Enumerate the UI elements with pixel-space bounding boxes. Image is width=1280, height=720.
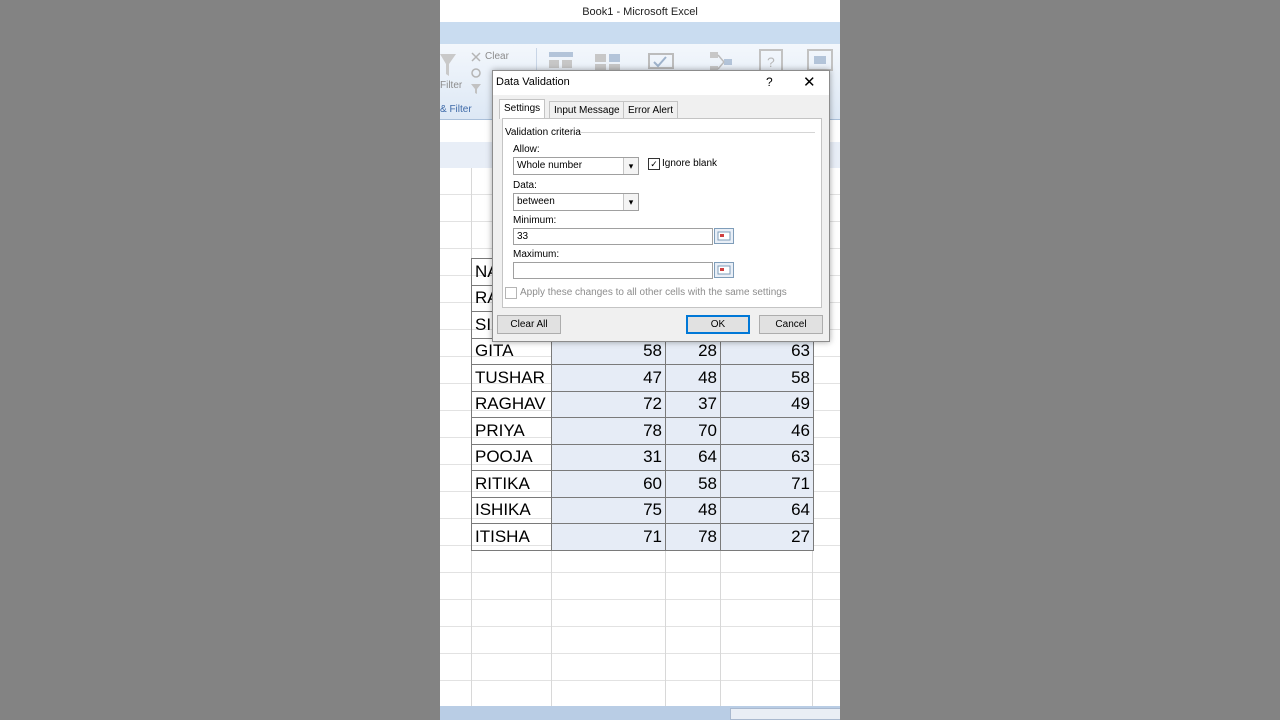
cell-value[interactable]: 64 <box>665 443 721 471</box>
cell-value[interactable]: 60 <box>551 470 666 498</box>
dialog-title: Data Validation <box>496 76 570 88</box>
apply-all-label: Apply these changes to all other cells w… <box>520 287 787 298</box>
cell-name[interactable]: ITISHA <box>471 523 552 551</box>
window-title: Book1 - Microsoft Excel <box>440 0 840 22</box>
ignore-blank-checkbox[interactable]: ✓ <box>648 158 660 170</box>
table-row[interactable]: TUSHAR 47 48 58 <box>471 364 814 392</box>
cell-value[interactable]: 49 <box>720 390 814 418</box>
range-picker-icon[interactable] <box>714 262 734 278</box>
table-row[interactable]: ISHIKA 75 48 64 <box>471 496 814 524</box>
table-row[interactable]: ITISHA 71 78 27 <box>471 523 814 551</box>
cell-value[interactable]: 64 <box>720 496 814 524</box>
maximum-label: Maximum: <box>513 249 560 260</box>
data-dropdown[interactable]: between ▾ <box>513 193 639 211</box>
cell-name[interactable]: PRIYA <box>471 417 552 445</box>
cell-value[interactable]: 63 <box>720 443 814 471</box>
data-value: between <box>517 196 555 207</box>
horizontal-scrollbar[interactable] <box>730 708 840 720</box>
reapply-icon[interactable] <box>470 66 482 78</box>
sort-filter-group-label: & Filter <box>440 104 472 115</box>
filter-label[interactable]: Filter <box>440 80 462 91</box>
cell-value[interactable]: 48 <box>665 496 721 524</box>
cell-value[interactable]: 46 <box>720 417 814 445</box>
cell-name[interactable]: ISHIKA <box>471 496 552 524</box>
clear-all-button[interactable]: Clear All <box>497 315 561 334</box>
minimum-label: Minimum: <box>513 215 557 226</box>
cell-value[interactable]: 48 <box>665 364 721 392</box>
clear-filter-icon[interactable] <box>470 50 482 62</box>
settings-panel: Validation criteria Allow: Whole number … <box>502 118 822 308</box>
cell-value[interactable]: 78 <box>551 417 666 445</box>
cell-value[interactable]: 37 <box>665 390 721 418</box>
cell-value[interactable]: 72 <box>551 390 666 418</box>
allow-value: Whole number <box>517 160 583 171</box>
cell-name[interactable]: TUSHAR <box>471 364 552 392</box>
cell-value[interactable]: 27 <box>720 523 814 551</box>
cell-name[interactable]: RITIKA <box>471 470 552 498</box>
range-picker-icon[interactable] <box>714 228 734 244</box>
tab-error-alert[interactable]: Error Alert <box>623 101 679 119</box>
maximum-field[interactable] <box>513 262 713 279</box>
table-row[interactable]: RITIKA 60 58 71 <box>471 470 814 498</box>
help-button[interactable]: ? <box>766 75 773 89</box>
ignore-blank-label: Ignore blank <box>662 158 718 169</box>
cell-value[interactable]: 31 <box>551 443 666 471</box>
cell-value[interactable]: 71 <box>551 523 666 551</box>
allow-label: Allow: <box>513 144 540 155</box>
cell-value[interactable]: 58 <box>720 364 814 392</box>
data-label: Data: <box>513 180 537 191</box>
tab-input-message[interactable]: Input Message <box>549 101 625 119</box>
close-icon[interactable]: ✕ <box>803 73 816 91</box>
cell-name[interactable]: RAGHAV <box>471 390 552 418</box>
ok-button[interactable]: OK <box>686 315 750 334</box>
cancel-button[interactable]: Cancel <box>759 315 823 334</box>
validation-criteria-label: Validation criteria <box>505 127 581 138</box>
cell-value[interactable]: 71 <box>720 470 814 498</box>
data-validation-dialog: Data Validation ? ✕ Settings Input Messa… <box>492 70 830 342</box>
cell-value[interactable]: 78 <box>665 523 721 551</box>
cell-value[interactable]: 70 <box>665 417 721 445</box>
allow-dropdown[interactable]: Whole number ▾ <box>513 157 639 175</box>
table-row[interactable]: PRIYA 78 70 46 <box>471 417 814 445</box>
svg-text:?: ? <box>767 54 775 70</box>
cell-value[interactable]: 47 <box>551 364 666 392</box>
tab-settings[interactable]: Settings <box>499 99 546 119</box>
chevron-down-icon[interactable]: ▾ <box>623 194 638 210</box>
cell-name[interactable]: POOJA <box>471 443 552 471</box>
apply-all-checkbox[interactable] <box>505 287 517 299</box>
maximum-input[interactable] <box>514 263 710 278</box>
section-divider <box>581 132 815 133</box>
minimum-input[interactable] <box>514 229 710 244</box>
clear-button[interactable]: Clear <box>485 51 509 62</box>
table-row[interactable]: RAGHAV 72 37 49 <box>471 390 814 418</box>
table-row[interactable]: POOJA 31 64 63 <box>471 443 814 471</box>
cell-value[interactable]: 58 <box>665 470 721 498</box>
filter-icon[interactable] <box>440 52 458 78</box>
cell-value[interactable]: 75 <box>551 496 666 524</box>
minimum-field[interactable] <box>513 228 713 245</box>
advanced-filter-icon[interactable] <box>470 82 482 94</box>
chevron-down-icon[interactable]: ▾ <box>623 158 638 174</box>
text-to-columns-icon[interactable] <box>548 50 574 70</box>
dialog-title-bar: Data Validation ? ✕ <box>493 71 829 95</box>
ribbon-tab-strip <box>440 22 840 44</box>
